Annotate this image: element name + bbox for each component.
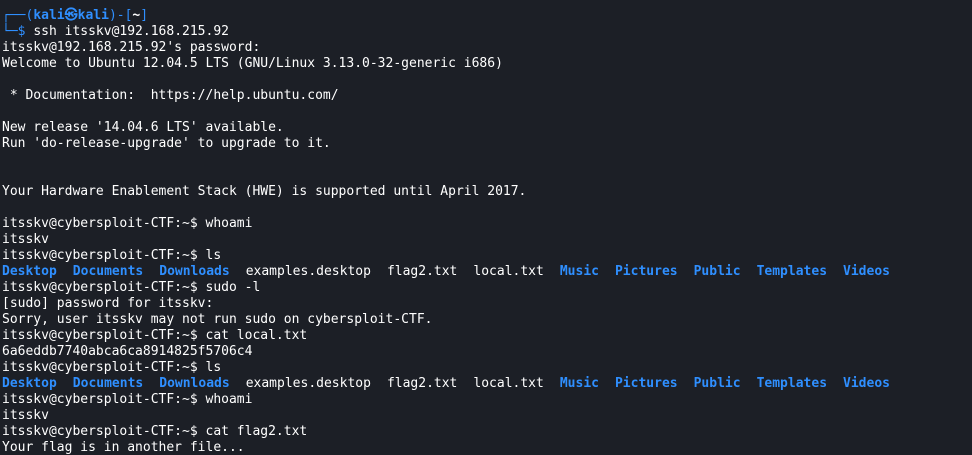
terminal-line: itsskv [2,232,49,247]
directory-entry: Desktop [2,264,57,279]
terminal-line: Your flag is in another file... [2,440,245,455]
directory-entry: Templates [756,376,828,391]
directory-entry: Music [559,376,599,391]
terminal-line: itsskv@cybersploit-CTF:~$ sudo -l [2,280,261,295]
terminal-line: 6a6eddb7740abca6ca8914825f5706c4 [2,344,253,359]
directory-entry: Documents [72,264,144,279]
directory-entry: Pictures [614,376,678,391]
file-entry: flag2.txt [386,376,458,391]
directory-listing-2: Desktop Documents Downloads examples.deskto… [2,376,972,392]
directory-entry: Documents [72,376,144,391]
file-entry: examples.desktop [245,376,371,391]
terminal-output-block-3: itsskv@cybersploit-CTF:~$ whoami itsskv it… [2,392,972,455]
terminal-line: New release '14.04.6 LTS' available. [2,120,284,135]
terminal-output-block-1: itsskv@192.168.215.92's password: Welcome… [2,40,972,264]
file-entry: examples.desktop [245,264,371,279]
directory-entry: Templates [756,264,828,279]
directory-entry: Videos [843,264,890,279]
prompt-bracket: )-[ [108,8,133,23]
directory-entry: Public [693,264,741,279]
directory-entry: Public [693,376,741,391]
terminal-window[interactable]: ┌──(kali㉿kali)-[~] └─$ ssh itsskv@192.16… [0,0,972,455]
terminal-line: itsskv@cybersploit-CTF:~$ cat flag2.txt [2,424,308,439]
file-entry: local.txt [473,264,544,279]
directory-listing-1: Desktop Documents Downloads examples.deskto… [2,264,972,280]
directory-entry: Downloads [159,264,230,279]
directory-entry: Music [559,264,599,279]
typed-command: ssh itsskv@192.168.215.92 [33,24,229,39]
prompt-command-line: └─$ ssh itsskv@192.168.215.92 [2,24,972,40]
directory-entry: Videos [843,376,890,391]
terminal-line: itsskv@cybersploit-CTF:~$ cat local.txt [2,328,308,343]
terminal-line: itsskv@192.168.215.92's password: [2,40,261,55]
terminal-line: itsskv@cybersploit-CTF:~$ ls [2,248,222,263]
terminal-line: itsskv@cybersploit-CTF:~$ whoami [2,216,253,231]
file-entry: flag2.txt [386,264,458,279]
prompt-header: ┌──(kali㉿kali)-[~] [2,8,972,24]
terminal-output-block-2: itsskv@cybersploit-CTF:~$ sudo -l [sudo] … [2,280,972,376]
terminal-line: itsskv@cybersploit-CTF:~$ whoami [2,392,253,407]
terminal-line: Sorry, user itsskv may not run sudo on c… [2,312,433,327]
file-entry: local.txt [473,376,544,391]
prompt-user-host: kali㉿kali [33,8,109,23]
terminal-line: [sudo] password for itsskv: [2,296,214,311]
terminal-line: itsskv [2,408,49,423]
directory-entry: Pictures [614,264,678,279]
terminal-line: Welcome to Ubuntu 12.04.5 LTS (GNU/Linux… [2,56,503,71]
prompt-bracket-close: ] [140,8,149,23]
directory-entry: Desktop [2,376,57,391]
terminal-line: * Documentation: https://help.ubuntu.com… [2,88,339,103]
terminal-line: Your Hardware Enablement Stack (HWE) is … [2,184,527,199]
terminal-line: Run 'do-release-upgrade' to upgrade to i… [2,136,331,151]
terminal-line: itsskv@cybersploit-CTF:~$ ls [2,360,222,375]
prompt-box-top: ┌──( [2,8,34,23]
prompt-box-bottom: └─$ [2,24,34,39]
directory-entry: Downloads [159,376,230,391]
